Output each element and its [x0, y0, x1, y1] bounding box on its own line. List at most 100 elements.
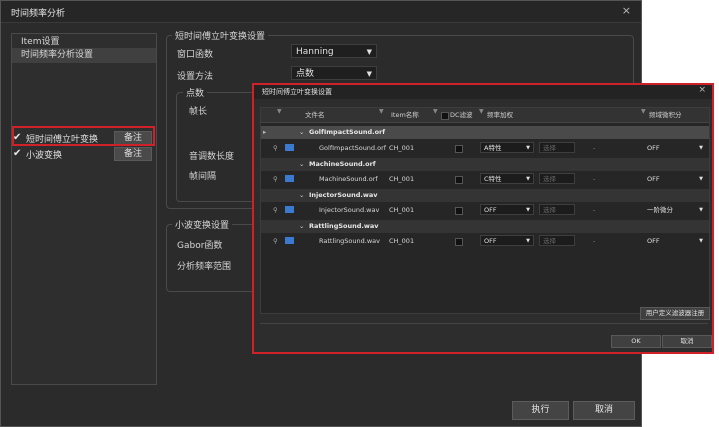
nav-item-tf-settings[interactable]: 时间频率分析设置 — [12, 48, 156, 63]
col-freq-integral[interactable]: 频域微积分 — [649, 108, 682, 122]
pin-icon[interactable]: ⚲ — [273, 144, 278, 152]
file-name: RattlingSound.wav — [319, 237, 380, 245]
integral-value: OFF — [647, 175, 660, 183]
wavelet-group-title: 小波变换设置 — [172, 218, 233, 231]
filter-icon[interactable]: ▼ — [433, 108, 438, 115]
filter-icon[interactable]: ▼ — [641, 108, 646, 115]
integral-value: OFF — [647, 144, 660, 152]
filter-icon[interactable]: ▼ — [379, 108, 384, 115]
integral-select[interactable]: OFF ▼ — [643, 173, 707, 184]
weight-value: OFF — [484, 237, 497, 245]
weight-select[interactable]: OFF ▼ — [480, 235, 534, 246]
file-row[interactable]: ⚲ RattlingSound.wav CH_001 OFF ▼ 选择 - OFF… — [261, 234, 709, 248]
cancel-button[interactable]: 取消 — [573, 401, 635, 420]
dash: - — [593, 144, 596, 152]
close-icon[interactable]: × — [622, 4, 631, 17]
weight-select[interactable]: C特性 ▼ — [480, 173, 534, 184]
pin-icon[interactable]: ⚲ — [273, 237, 278, 245]
wavelet-check-label: 小波变换 — [26, 151, 63, 161]
group-row[interactable]: ⌄ RattlingSound.wav — [261, 220, 709, 233]
chevron-down-icon: ▼ — [699, 238, 703, 244]
filter-select-button[interactable]: 选择 — [539, 204, 575, 215]
dc-header-checkbox[interactable] — [441, 112, 449, 120]
highlight-stft-row — [12, 126, 155, 146]
pin-icon[interactable]: ⚲ — [273, 175, 278, 183]
weight-select[interactable]: OFF ▼ — [480, 204, 534, 215]
file-row[interactable]: ⚲ GolfImpactSound.orf CH_001 A特性 ▼ 选择 - O… — [261, 141, 709, 155]
file-grid: ▼ 文件名 ▼ Item名称 ▼ DC滤波 ▼ 频率加权 ▼ 频域微积分 ▸ ⌄… — [260, 107, 710, 314]
wavelet-check-row: ✔ 小波变换 备注 — [11, 147, 152, 161]
window-func-select[interactable]: Hanning ▼ — [291, 44, 377, 58]
dash: - — [593, 237, 596, 245]
item-name: CH_001 — [389, 144, 415, 152]
dialog-cancel-button[interactable]: 取消 — [662, 335, 712, 348]
color-swatch[interactable] — [285, 144, 294, 151]
weight-value: OFF — [484, 206, 497, 214]
filter-select-button[interactable]: 选择 — [539, 235, 575, 246]
ok-button[interactable]: OK — [611, 335, 661, 348]
weight-select[interactable]: A特性 ▼ — [480, 142, 534, 153]
method-select[interactable]: 点数 ▼ — [291, 66, 377, 80]
color-swatch[interactable] — [285, 237, 294, 244]
dialog-close-icon[interactable]: × — [698, 85, 706, 95]
wavelet-settings-group: 小波变换设置 — [166, 218, 256, 292]
filter-select-button[interactable]: 选择 — [539, 142, 575, 153]
group-name: MachineSound.orf — [309, 160, 376, 168]
dc-checkbox[interactable] — [455, 145, 463, 153]
col-item-name[interactable]: Item名称 — [391, 108, 419, 122]
color-swatch[interactable] — [285, 206, 294, 213]
file-name: InjectorSound.wav — [319, 206, 380, 214]
group-row[interactable]: ⌄ MachineSound.orf — [261, 158, 709, 171]
expand-icon[interactable]: ⌄ — [299, 191, 304, 199]
color-swatch[interactable] — [285, 175, 294, 182]
chevron-down-icon: ▼ — [526, 145, 530, 151]
group-name: GolfImpactSound.orf — [309, 128, 386, 136]
points-group-title: 点数 — [183, 86, 208, 99]
freq-range-label: 分析频率范围 — [177, 262, 232, 272]
left-panel: Item设置 时间频率分析设置 — [11, 33, 157, 385]
custom-filter-button[interactable]: 用户定义滤波器注册 — [640, 307, 710, 320]
chevron-down-icon: ▼ — [526, 207, 530, 213]
weight-value: C特性 — [484, 175, 502, 183]
group-row[interactable]: ▸ ⌄ GolfImpactSound.orf — [261, 126, 709, 139]
window-func-label: 窗口函数 — [177, 50, 214, 60]
pin-icon[interactable]: ⚲ — [273, 206, 278, 214]
filter-select-button[interactable]: 选择 — [539, 173, 575, 184]
file-name: MachineSound.orf — [319, 175, 378, 183]
file-row[interactable]: ⚲ InjectorSound.wav CH_001 OFF ▼ 选择 - 一阶微… — [261, 203, 709, 217]
window-func-value: Hanning — [296, 47, 334, 57]
wavelet-note-button[interactable]: 备注 — [114, 147, 152, 161]
window-title: 时间频率分析 — [11, 9, 66, 19]
weight-value: A特性 — [484, 144, 502, 152]
col-freq-weight[interactable]: 频率加权 — [487, 108, 513, 122]
wavelet-checkbox[interactable]: ✔ — [13, 148, 21, 159]
dc-checkbox[interactable] — [455, 176, 463, 184]
dialog-title: 短时间傅立叶变换设置 — [262, 88, 332, 96]
col-dc-filter[interactable]: DC滤波 — [450, 108, 473, 122]
frame-interval-label: 帧间隔 — [189, 172, 217, 182]
points-group: 点数 — [176, 86, 256, 202]
method-label: 设置方法 — [177, 72, 214, 82]
integral-select[interactable]: OFF ▼ — [643, 235, 707, 246]
expand-icon[interactable]: ⌄ — [299, 222, 304, 230]
chevron-down-icon: ▼ — [366, 70, 372, 78]
expand-icon[interactable]: ⌄ — [299, 128, 304, 136]
dc-checkbox[interactable] — [455, 238, 463, 246]
group-name: InjectorSound.wav — [309, 191, 378, 199]
stft-group-title: 短时间傅立叶变换设置 — [172, 29, 269, 42]
run-button[interactable]: 执行 — [512, 401, 569, 420]
col-filename[interactable]: 文件名 — [305, 108, 325, 122]
integral-select[interactable]: OFF ▼ — [643, 142, 707, 153]
filter-icon[interactable]: ▼ — [479, 108, 484, 115]
chevron-down-icon: ▼ — [526, 238, 530, 244]
expand-icon[interactable]: ⌄ — [299, 160, 304, 168]
group-row[interactable]: ⌄ InjectorSound.wav — [261, 189, 709, 202]
file-row[interactable]: ⚲ MachineSound.orf CH_001 C特性 ▼ 选择 - OFF ▼ — [261, 172, 709, 186]
integral-select[interactable]: 一阶微分 ▼ — [643, 204, 707, 215]
dc-checkbox[interactable] — [455, 207, 463, 215]
filter-icon[interactable]: ▼ — [277, 108, 282, 115]
chevron-down-icon: ▼ — [526, 176, 530, 182]
gabor-label: Gabor函数 — [177, 241, 223, 251]
item-name: CH_001 — [389, 175, 415, 183]
item-name: CH_001 — [389, 206, 415, 214]
